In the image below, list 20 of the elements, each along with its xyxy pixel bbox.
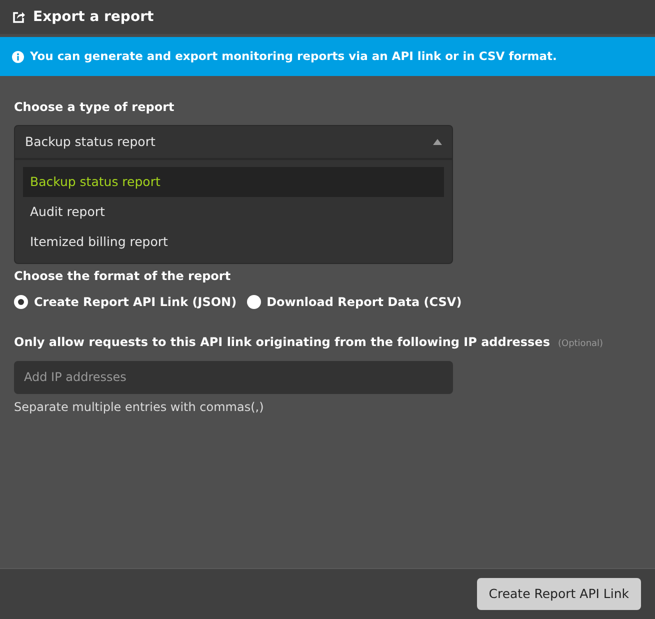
field-label: Choose a type of report: [14, 99, 176, 116]
create-link-button[interactable]: Create Report API Link: [476, 578, 641, 610]
radio-button[interactable]: [14, 295, 28, 309]
caret-icon: [433, 139, 442, 145]
field-label: Only allow requests to this API link originating from the following IP addresses: [14, 334, 550, 351]
ip-address-field[interactable]: Add IP addresses: [14, 360, 453, 394]
export-icon: [12, 10, 25, 24]
info-icon: [12, 50, 24, 62]
dropdown-option[interactable]: Backup status report: [23, 167, 444, 197]
radio-label: Create Report API Link (JSON): [34, 294, 237, 311]
radio-label: Download Report Data (CSV): [266, 294, 462, 311]
optional-hint: (Optional): [558, 338, 604, 351]
help-text: Separate multiple entries with commas(,): [14, 398, 265, 416]
window-title: Export a report: [33, 8, 154, 26]
dropdown-option[interactable]: Itemized billing report: [23, 227, 444, 257]
radio-button[interactable]: [246, 295, 261, 309]
report-type-select[interactable]: Backup status report: [14, 125, 453, 159]
field-label: Choose the format of the report: [14, 268, 232, 285]
dropdown-option[interactable]: Audit report: [23, 197, 444, 227]
info-text: You can generate and export monitoring reports via an API link or in CSV format.: [30, 48, 557, 65]
